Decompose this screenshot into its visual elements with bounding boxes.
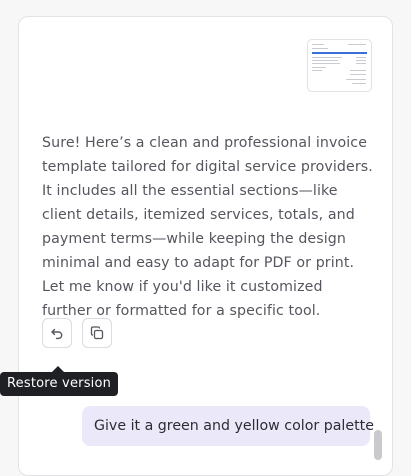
copy-icon [90, 326, 104, 340]
thumb-line [312, 48, 328, 49]
thumb-line [312, 70, 322, 71]
thumb-line [356, 57, 366, 58]
copy-button[interactable] [82, 318, 112, 348]
thumb-line [312, 63, 340, 64]
thumb-line [350, 74, 366, 75]
invoice-thumbnail[interactable] [307, 39, 372, 92]
thumb-line [312, 44, 324, 45]
assistant-message: Sure! Here’s a clean and professional in… [42, 135, 373, 319]
scrollbar-thumb[interactable] [374, 430, 382, 460]
thumb-line [312, 57, 342, 58]
thumb-line [356, 63, 366, 64]
thumb-line [312, 67, 326, 68]
thumb-line [352, 83, 366, 84]
thumb-line [356, 60, 366, 61]
restore-version-button[interactable] [42, 318, 72, 348]
undo-arrow-icon [51, 328, 63, 340]
thumb-header-band [312, 52, 367, 54]
thumb-line [348, 44, 366, 45]
thumb-line [346, 79, 366, 80]
user-message: Give it a green and yellow color palette [82, 406, 374, 446]
restore-version-tooltip: Restore version [0, 372, 119, 396]
thumb-line [350, 70, 366, 71]
thumb-line [312, 60, 338, 61]
